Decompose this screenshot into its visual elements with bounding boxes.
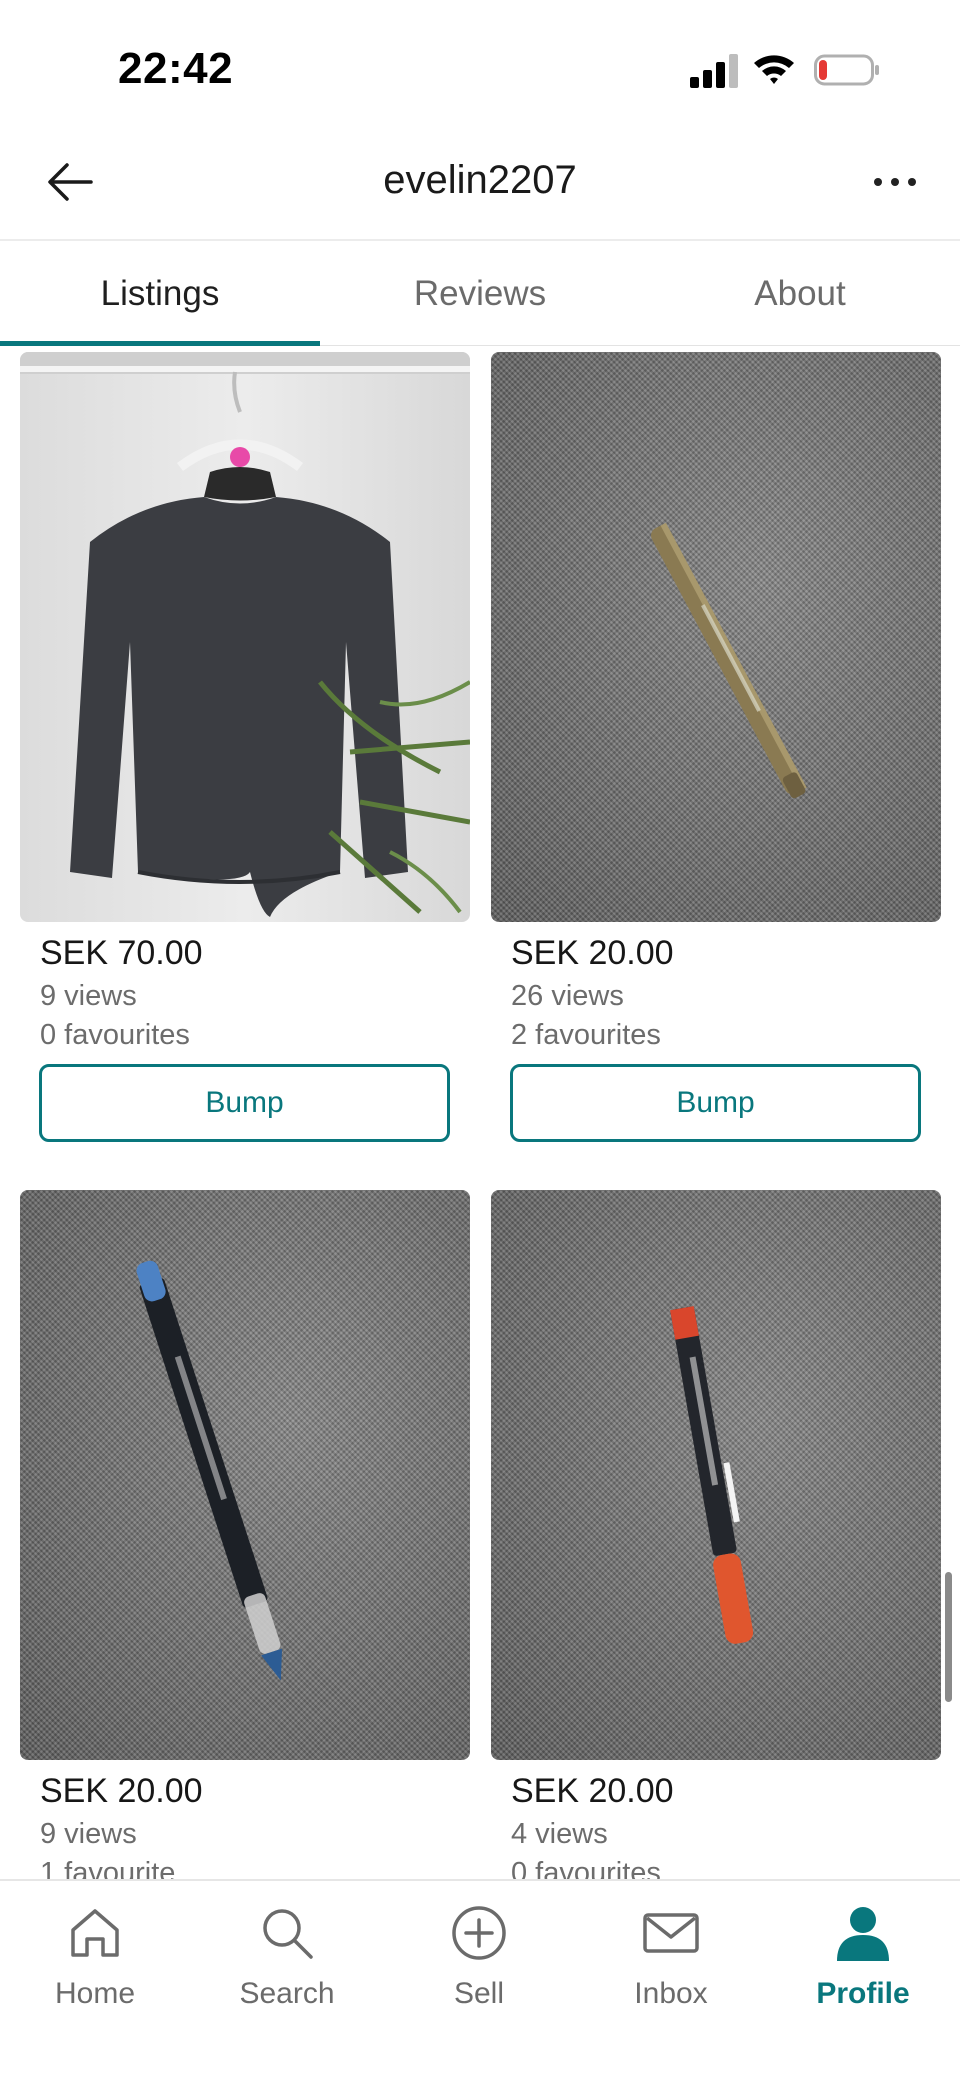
status-bar: 22:42 <box>0 0 960 130</box>
nav-profile[interactable]: Profile <box>788 1895 938 2025</box>
status-time: 22:42 <box>118 44 234 93</box>
listing-price: SEK 70.00 <box>40 934 203 972</box>
listing-photo-blue-eye-pencil[interactable] <box>20 1190 470 1760</box>
listing-views: 4 views <box>511 1818 608 1850</box>
nav-search[interactable]: Search <box>212 1895 362 2025</box>
brow-pencil-illustration <box>651 522 807 799</box>
listing-views: 26 views <box>511 980 624 1012</box>
listing-favourites: 1 favourite <box>40 1857 176 1880</box>
nav-label: Inbox <box>634 1977 708 2010</box>
listing-views: 9 views <box>40 1818 137 1850</box>
profile-tabs: Listings Reviews About <box>0 241 960 347</box>
listing-price: SEK 20.00 <box>511 1772 674 1810</box>
home-icon <box>71 1909 119 1957</box>
more-options-button[interactable] <box>860 152 930 212</box>
listing-views: 9 views <box>40 980 137 1012</box>
lip-liner-illustration <box>670 1306 754 1644</box>
nav-label: Sell <box>453 1977 505 2010</box>
bump-button[interactable]: Bump <box>510 1064 921 1142</box>
bodysuit-illustration <box>20 352 470 917</box>
scrollbar[interactable] <box>945 1572 952 1702</box>
nav-inbox[interactable]: Inbox <box>596 1895 746 2025</box>
listing-photo-brow-pencil[interactable] <box>491 352 941 922</box>
more-dot <box>874 178 882 186</box>
nav-label: Search <box>239 1977 335 2010</box>
more-dot <box>908 178 916 186</box>
profile-icon <box>837 1907 889 1961</box>
bottom-nav: Home Search Sell Inbox Profile <box>0 1879 960 2081</box>
mail-icon <box>643 1913 699 1953</box>
listing-favourites: 0 favourites <box>511 1857 661 1880</box>
battery-icon <box>814 54 879 86</box>
listing-price: SEK 20.00 <box>40 1772 203 1810</box>
profile-screen: 22:42 evelin2207 Listings Reviews About … <box>0 0 960 2081</box>
nav-home[interactable]: Home <box>20 1895 170 2025</box>
eye-pencil-illustration <box>136 1260 283 1681</box>
nav-label: Home <box>54 1977 136 2010</box>
listing-photo-red-lip-liner[interactable] <box>491 1190 941 1760</box>
listing-favourites: 0 favourites <box>40 1019 190 1051</box>
page-title: evelin2207 <box>383 158 577 202</box>
cellular-signal-icon <box>690 54 740 88</box>
wifi-icon <box>754 55 794 84</box>
app-header: evelin2207 <box>0 130 960 240</box>
more-dot <box>891 178 899 186</box>
tab-reviews[interactable]: Reviews <box>320 241 640 347</box>
listing-photo-bodysuit[interactable] <box>20 352 470 922</box>
nav-label: Profile <box>816 1977 910 2010</box>
plus-circle-icon <box>452 1906 506 1960</box>
nav-sell[interactable]: Sell <box>404 1895 554 2025</box>
listing-favourites: 2 favourites <box>511 1019 661 1051</box>
search-icon <box>263 1909 313 1959</box>
listings-grid: SEK 70.00 9 views 0 favourites Bump SEK … <box>0 352 960 1880</box>
bump-button[interactable]: Bump <box>39 1064 450 1142</box>
listing-price: SEK 20.00 <box>511 934 674 972</box>
tab-about[interactable]: About <box>640 241 960 347</box>
active-tab-indicator <box>0 341 320 346</box>
tab-listings[interactable]: Listings <box>0 241 320 347</box>
